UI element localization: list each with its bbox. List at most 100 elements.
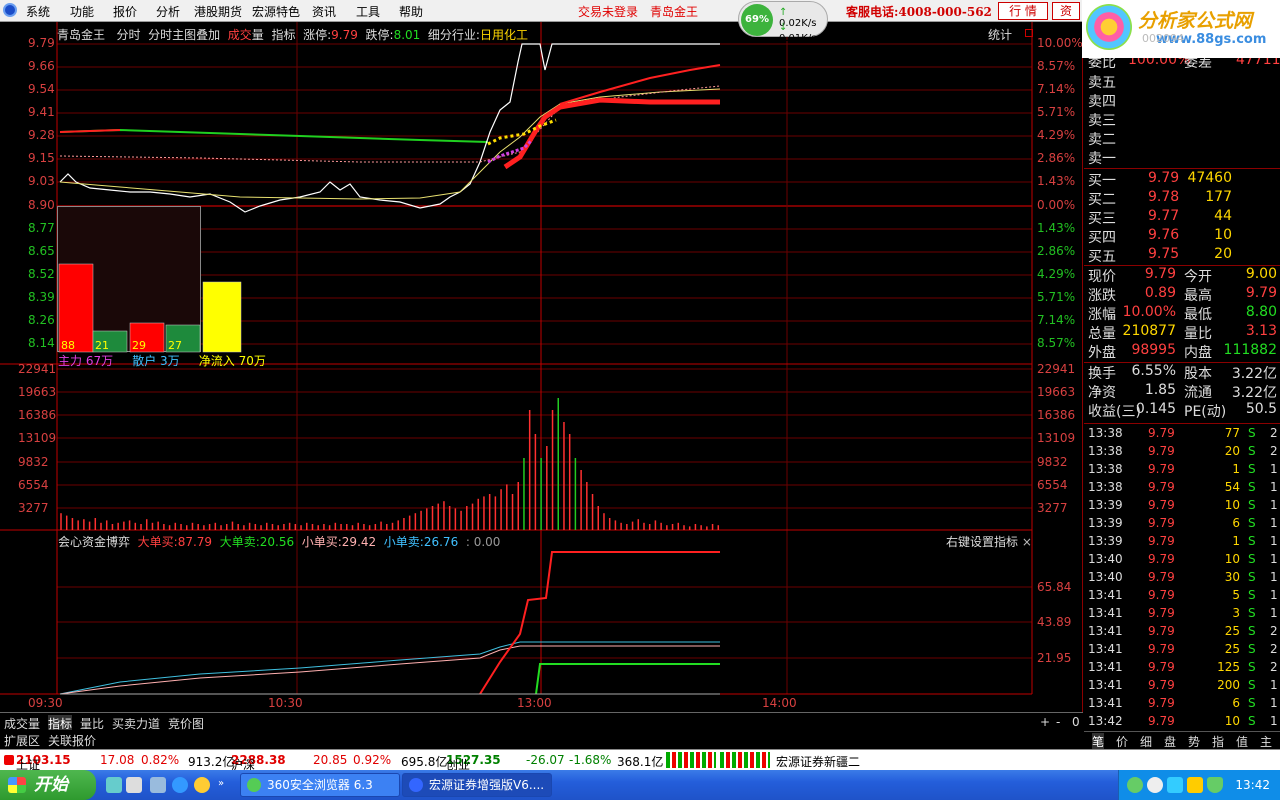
- inset-bar-label: 29: [132, 339, 146, 352]
- menu-news[interactable]: 资讯: [312, 3, 336, 20]
- shield-icon[interactable]: [1207, 777, 1223, 793]
- volume-axis-right-label: 13109: [1037, 431, 1076, 445]
- network-speed-widget[interactable]: 69% ↑ 0.02K/s ↓ 0.01K/s: [738, 1, 828, 44]
- small-sell-label: 小单卖:: [383, 535, 424, 549]
- net-inflow-label: 净流入: [198, 354, 235, 368]
- quicklaunch-icon-1[interactable]: [106, 777, 122, 793]
- hs-percent: 0.92%: [353, 753, 392, 767]
- ie-icon[interactable]: [172, 777, 188, 793]
- login-status[interactable]: 交易未登录: [578, 3, 638, 20]
- panel-tab-4[interactable]: 势: [1188, 733, 1200, 750]
- chart-area[interactable]: 青岛金王 分时 分时主图叠加 成交量 指标 涨停:9.79 跌停:8.01 细分…: [0, 22, 1083, 712]
- menu-system[interactable]: 系统: [26, 3, 50, 20]
- menu-hk-futures[interactable]: 港股期货: [194, 3, 242, 20]
- price-axis-left-label: 9.15: [28, 151, 55, 165]
- small-sell-line: [59, 641, 720, 695]
- tick-row: 13:41 9.79 5 S 1: [1088, 588, 1278, 602]
- retail-value: 3万: [160, 354, 180, 368]
- retail-label: 散户: [132, 354, 157, 368]
- indicator-setting[interactable]: 右键设置指标 ×: [946, 533, 1032, 550]
- tray-icon-3[interactable]: [1167, 777, 1183, 793]
- indicator-extra: : 0.00: [465, 535, 501, 549]
- volume-axis-right-label: 6554: [1037, 478, 1068, 492]
- buy-level-row: 买四 9.76 10: [1088, 227, 1232, 246]
- brand-title: 分析家公式网: [1138, 10, 1253, 32]
- quote-panel: 委比 100.00% 委差 47711 卖五 卖四 卖三 卖二 卖一 买一 9.79 47460 买二 9…: [1084, 52, 1280, 734]
- quicklaunch-icon-5[interactable]: [194, 777, 210, 793]
- price-axis-right-label: 4.29%: [1037, 128, 1076, 142]
- tray-icon-1[interactable]: [1127, 777, 1143, 793]
- time-axis-label: 09:30: [28, 696, 63, 710]
- panel-tab-5[interactable]: 指: [1212, 733, 1224, 750]
- price-axis-right-label: 1.43%: [1037, 221, 1076, 235]
- broker-name: 宏源证券新疆二: [776, 755, 861, 769]
- hs-index[interactable]: 沪深 2288.38: [231, 753, 286, 772]
- cy-amount: 368.1亿: [617, 755, 664, 769]
- tick-row: 13:40 9.79 10 S 1: [1088, 552, 1278, 566]
- trade-button[interactable]: 资: [1052, 2, 1080, 20]
- tick-row: 13:38 9.79 1 S 1: [1088, 462, 1278, 476]
- inset-bar: [202, 281, 242, 353]
- system-tray: 13:42: [1118, 770, 1280, 800]
- main-force-value: 67万: [85, 354, 114, 368]
- hs-amount: 695.8亿: [401, 755, 448, 769]
- volume-axis-right-label: 22941: [1037, 362, 1076, 376]
- time-axis-label: 14:00: [762, 696, 797, 710]
- big-sell-label: 大单卖:: [219, 535, 260, 549]
- big-sell-value: 20.56: [259, 535, 295, 549]
- menu-analysis[interactable]: 分析: [156, 3, 180, 20]
- quote-button[interactable]: 行 情: [998, 2, 1048, 20]
- menu-quote[interactable]: 报价: [113, 3, 137, 20]
- menu-help[interactable]: 帮助: [399, 3, 423, 20]
- task-hongyuan[interactable]: 宏源证券增强版V6....: [402, 773, 552, 797]
- inset-bar-label: 88: [61, 339, 75, 352]
- quicklaunch-icon-3[interactable]: [150, 777, 166, 793]
- tab-related-quote[interactable]: 关联报价: [48, 732, 96, 749]
- windows-logo-icon: [8, 777, 26, 793]
- panel-tab-3[interactable]: 盘: [1164, 733, 1176, 750]
- tab-extension[interactable]: 扩展区: [4, 732, 40, 749]
- cy-index[interactable]: 创业 1527.35: [446, 753, 501, 772]
- indicator-legend: 会心资金博弈 大单买:87.79 大单卖:20.56 小单买:29.42 小单卖…: [58, 533, 500, 550]
- fund-flow-legend: 主力 67万 散户 3万 净流入 70万: [58, 352, 266, 369]
- zoom-out-button[interactable]: -: [1056, 715, 1060, 729]
- start-button[interactable]: 开始: [0, 770, 96, 800]
- sh-index[interactable]: 上证 2103.15: [16, 753, 71, 772]
- menu-hongyuan[interactable]: 宏源特色: [252, 3, 300, 20]
- inset-bar-label: 21: [95, 339, 109, 352]
- time-axis-label: 10:30: [268, 696, 303, 710]
- price-axis-right-label: 7.14%: [1037, 82, 1076, 96]
- indicator-name: 会心资金博弈: [58, 535, 131, 549]
- panel-tab-0[interactable]: 笔: [1092, 733, 1105, 750]
- zoom-reset-button[interactable]: 0: [1072, 715, 1080, 729]
- panel-tab-6[interactable]: 值: [1236, 733, 1248, 750]
- ma-red-band: [503, 97, 720, 170]
- menu-tools[interactable]: 工具: [356, 3, 380, 20]
- price-axis-left-label: 9.03: [28, 174, 55, 188]
- hongyuan-icon: [409, 778, 423, 792]
- panel-tab-7[interactable]: 主: [1260, 733, 1272, 750]
- tick-row: 13:41 9.79 25 S 2: [1088, 642, 1278, 656]
- quote-panel-tabs: 笔价细盘势指值主: [1084, 731, 1280, 750]
- panel-tab-2[interactable]: 细: [1140, 733, 1152, 750]
- menu-function[interactable]: 功能: [70, 3, 94, 20]
- big-buy-label: 大单买:: [137, 535, 178, 549]
- menubar-stock-name: 青岛金王: [650, 5, 699, 19]
- cy-change: -26.07: [526, 753, 565, 767]
- panel-tab-1[interactable]: 价: [1116, 733, 1128, 750]
- price-axis-left-label: 9.79: [28, 36, 55, 50]
- net-percent: 69%: [741, 4, 773, 36]
- hs-change: 20.85: [313, 753, 348, 767]
- zoom-in-button[interactable]: +: [1040, 715, 1050, 729]
- price-axis-left-label: 9.28: [28, 128, 55, 142]
- sh-amount: 913.2亿: [188, 755, 235, 769]
- quicklaunch-icon-2[interactable]: [126, 777, 142, 793]
- tray-icon-4[interactable]: [1187, 777, 1203, 793]
- quote-row: 外盘 98995 内盘 111882: [1088, 342, 1277, 361]
- tray-icon-2[interactable]: [1147, 777, 1163, 793]
- quote-row: 净资 1.85 流通 3.22亿: [1088, 382, 1277, 401]
- quicklaunch-expand-icon[interactable]: »: [218, 778, 224, 789]
- indicator-axis-label: 65.84: [1037, 580, 1072, 594]
- task-360-browser[interactable]: 360安全浏览器 6.3: [240, 773, 400, 797]
- big-buy-value: 87.79: [177, 535, 213, 549]
